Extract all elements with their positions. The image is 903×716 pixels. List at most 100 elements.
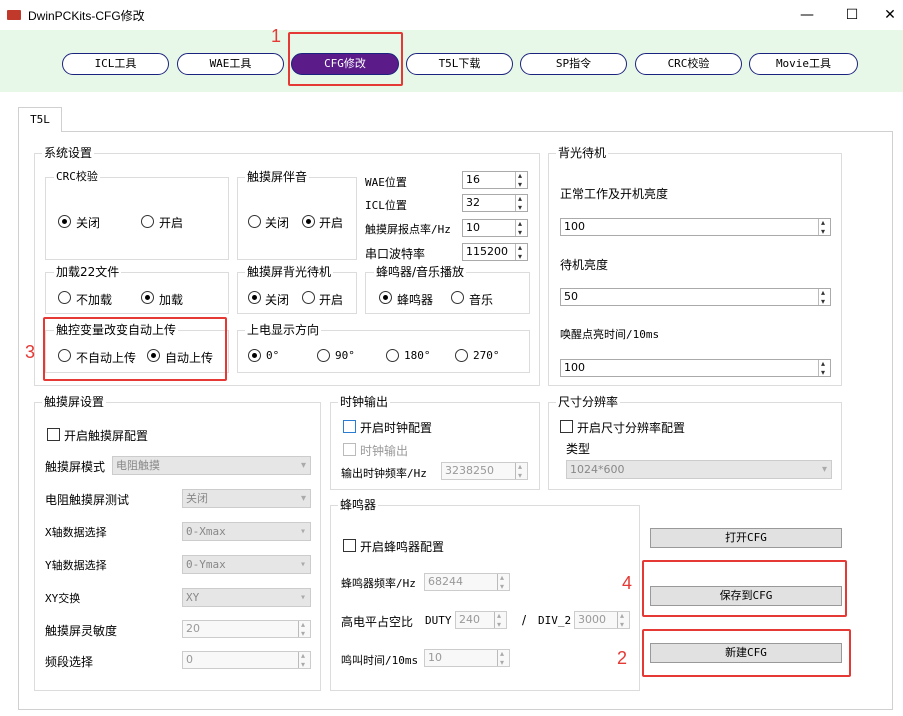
baud-rate-value: 115200 xyxy=(466,245,508,258)
backlight-off-label: 关闭 xyxy=(265,293,290,307)
resistive-test-label: 电阻触摸屏测试 xyxy=(45,493,130,507)
close-button[interactable]: ✕ xyxy=(880,5,900,25)
buzzer-enable-checkbox[interactable] xyxy=(343,539,356,552)
direction-180-radio[interactable] xyxy=(386,349,399,362)
normal-brightness-spinbox[interactable]: 100 xyxy=(560,215,831,240)
buzzer-radio[interactable] xyxy=(379,291,392,304)
clock-out-checkbox[interactable] xyxy=(343,443,356,456)
spin-arrows-icon[interactable] xyxy=(818,285,830,310)
y-axis-select[interactable]: 0-Ymax xyxy=(182,555,311,574)
buzzer-frequency-value: 68244 xyxy=(428,575,463,588)
beep-time-value: 10 xyxy=(428,651,442,664)
divider-slash: / xyxy=(522,613,527,627)
nav-crc-check[interactable]: CRC校验 xyxy=(635,53,742,75)
duty-ratio-label: 高电平占空比 xyxy=(341,615,414,629)
resolution-type-label: 类型 xyxy=(566,442,591,456)
annotation-box-2 xyxy=(642,629,851,677)
clock-output-title: 时钟输出 xyxy=(338,395,391,409)
direction-90-radio[interactable] xyxy=(317,349,330,362)
buzzer-enable-label: 开启蜂鸣器配置 xyxy=(360,540,445,554)
load22-no-radio[interactable] xyxy=(58,291,71,304)
load22-title: 加载22文件 xyxy=(54,265,122,279)
title-bar: DwinPCKits-CFG修改 — ☐ ✕ xyxy=(0,0,903,30)
y-axis-label: Y轴数据选择 xyxy=(45,559,107,572)
spin-arrows-icon[interactable] xyxy=(515,459,527,484)
nav-icl-tool[interactable]: ICL工具 xyxy=(62,53,169,75)
spin-arrows-icon[interactable] xyxy=(818,356,830,381)
resolution-title: 尺寸分辨率 xyxy=(556,395,621,409)
annotation-box-3 xyxy=(43,317,227,381)
wake-time-spinbox[interactable]: 100 xyxy=(560,356,831,381)
display-direction-title: 上电显示方向 xyxy=(245,323,322,337)
spin-arrows-icon[interactable] xyxy=(298,617,310,642)
duty-spinbox[interactable]: 240 xyxy=(455,608,507,633)
nav-wae-tool[interactable]: WAE工具 xyxy=(177,53,284,75)
touch-mode-label: 触摸屏模式 xyxy=(45,460,106,474)
backlight-on-label: 开启 xyxy=(319,293,344,307)
backlight-off-radio[interactable] xyxy=(248,291,261,304)
clock-enable-checkbox[interactable] xyxy=(343,420,356,433)
direction-270-radio[interactable] xyxy=(455,349,468,362)
band-spinbox[interactable]: 0 xyxy=(182,648,311,673)
app-logo-icon xyxy=(7,10,21,20)
buzzer-frequency-spinbox[interactable]: 68244 xyxy=(424,570,510,595)
div2-label: DIV_2 xyxy=(538,614,572,627)
touch-mode-select[interactable]: 电阻触摸 xyxy=(112,456,311,475)
touch-enable-checkbox[interactable] xyxy=(47,428,60,441)
resolution-type-select[interactable]: 1024*600 xyxy=(566,460,832,479)
resistive-test-select[interactable]: 关闭 xyxy=(182,489,311,508)
minimize-button[interactable]: — xyxy=(797,5,817,25)
spin-arrows-icon[interactable] xyxy=(497,570,509,595)
direction-90-label: 90° xyxy=(335,349,355,362)
tab-t5l[interactable]: T5L xyxy=(18,107,62,132)
touch-sound-off-radio[interactable] xyxy=(248,215,261,228)
report-rate-spinbox[interactable]: 10 xyxy=(462,216,528,241)
standby-brightness-spinbox[interactable]: 50 xyxy=(560,285,831,310)
touch-sound-title: 触摸屏伴音 xyxy=(245,170,310,184)
crc-on-label: 开启 xyxy=(159,216,184,230)
spin-arrows-icon[interactable] xyxy=(494,608,506,633)
spin-arrows-icon[interactable] xyxy=(298,648,310,673)
x-axis-select[interactable]: 0-Xmax xyxy=(182,522,311,541)
open-cfg-button[interactable]: 打开CFG xyxy=(650,528,842,548)
nav-movie-tool[interactable]: Movie工具 xyxy=(749,53,858,75)
wake-time-label: 唤醒点亮时间/10ms xyxy=(560,328,660,341)
crc-title: CRC校验 xyxy=(54,170,100,184)
spin-arrows-icon[interactable] xyxy=(515,191,527,216)
crc-on-radio[interactable] xyxy=(141,215,154,228)
clock-frequency-spinbox[interactable]: 3238250 xyxy=(441,459,528,484)
sensitivity-spinbox[interactable]: 20 xyxy=(182,617,311,642)
backlight-on-radio[interactable] xyxy=(302,291,315,304)
spin-arrows-icon[interactable] xyxy=(515,168,527,193)
crc-group xyxy=(45,177,229,260)
beep-time-spinbox[interactable]: 10 xyxy=(424,646,510,671)
spin-arrows-icon[interactable] xyxy=(515,216,527,241)
nav-t5l-download[interactable]: T5L下载 xyxy=(406,53,513,75)
normal-brightness-value: 100 xyxy=(564,220,585,233)
direction-0-radio[interactable] xyxy=(248,349,261,362)
nav-sp-command[interactable]: SP指令 xyxy=(520,53,627,75)
touch-sound-on-radio[interactable] xyxy=(302,215,315,228)
icl-position-value: 32 xyxy=(466,196,480,209)
xy-swap-label: XY交换 xyxy=(45,592,81,605)
spin-arrows-icon[interactable] xyxy=(617,608,629,633)
spin-arrows-icon[interactable] xyxy=(515,240,527,265)
baud-rate-spinbox[interactable]: 115200 xyxy=(462,240,528,265)
resolution-enable-checkbox[interactable] xyxy=(560,420,573,433)
spin-arrows-icon[interactable] xyxy=(818,215,830,240)
wae-position-spinbox[interactable]: 16 xyxy=(462,168,528,193)
duty-label: DUTY xyxy=(425,614,452,627)
crc-off-radio[interactable] xyxy=(58,215,71,228)
touch-sound-off-label: 关闭 xyxy=(265,216,290,230)
music-label: 音乐 xyxy=(469,293,494,307)
maximize-button[interactable]: ☐ xyxy=(842,5,862,25)
div2-spinbox[interactable]: 3000 xyxy=(574,608,630,633)
music-radio[interactable] xyxy=(451,291,464,304)
spin-arrows-icon[interactable] xyxy=(497,646,509,671)
buzzer-frequency-label: 蜂鸣器频率/Hz xyxy=(341,577,416,590)
icl-position-spinbox[interactable]: 32 xyxy=(462,191,528,216)
load22-yes-radio[interactable] xyxy=(141,291,154,304)
xy-swap-select[interactable]: XY xyxy=(182,588,311,607)
standby-brightness-label: 待机亮度 xyxy=(560,258,609,272)
div2-value: 3000 xyxy=(578,613,606,626)
